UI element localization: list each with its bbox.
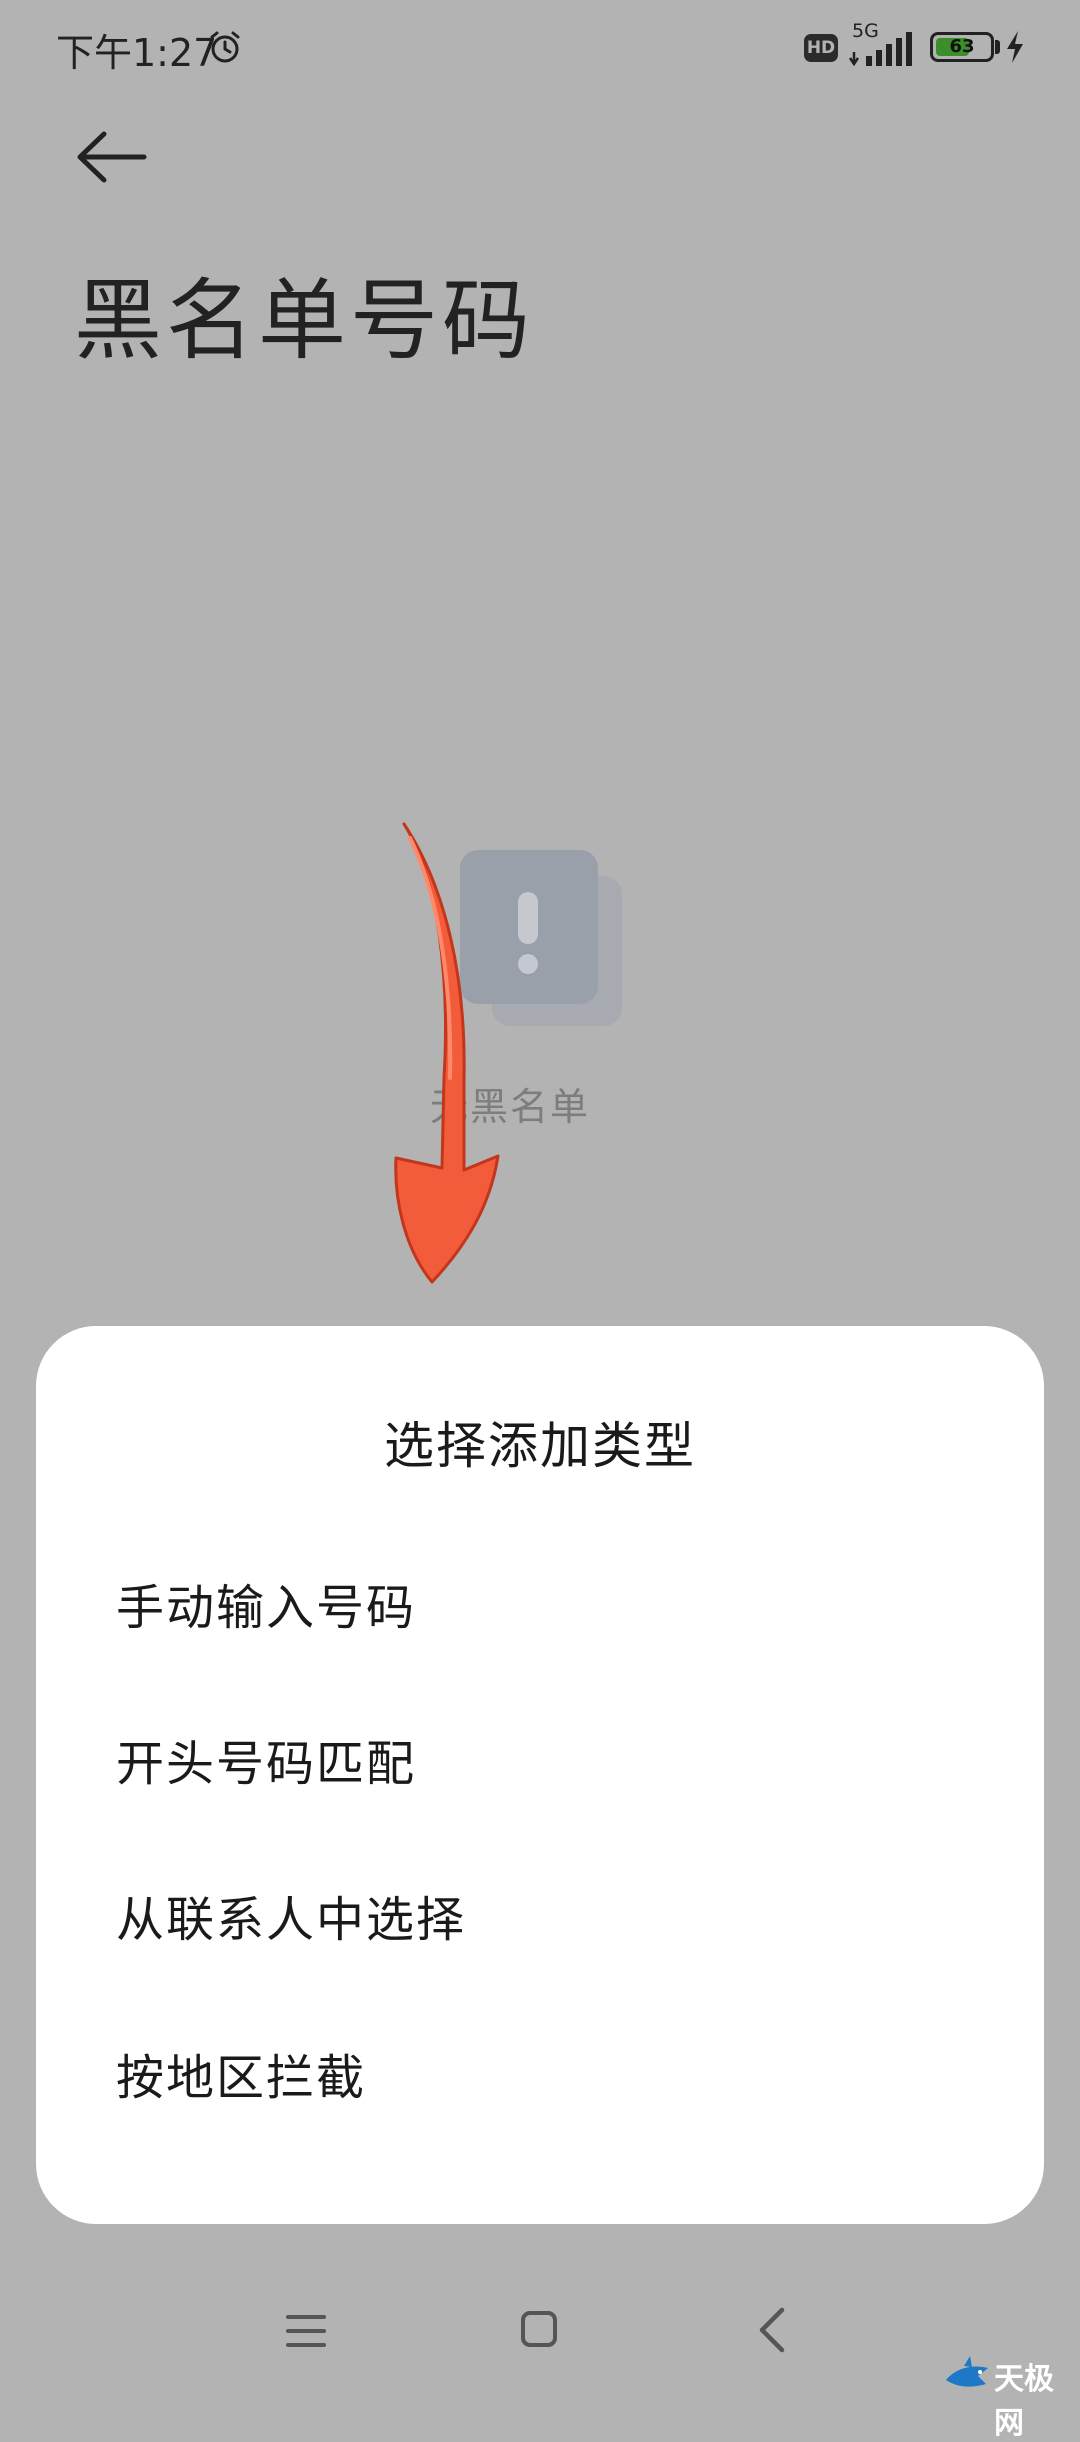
status-time: 下午1:27 xyxy=(56,31,218,75)
watermark: 天极网 xyxy=(944,2352,1080,2441)
charging-bolt-icon xyxy=(1007,31,1023,63)
option-label: 手动输入号码 xyxy=(116,1580,417,1636)
watermark-text: 天极网 xyxy=(994,2362,1054,2441)
home-square-icon[interactable] xyxy=(520,2310,558,2348)
shark-logo-icon xyxy=(946,2356,988,2387)
option-manual-input[interactable]: 手动输入号码 xyxy=(36,1522,1044,1672)
hd-voice-icon: HD xyxy=(804,34,838,62)
status-bar: 下午1:27 HD 5G 63 xyxy=(0,0,1080,100)
battery-icon: 63 xyxy=(930,32,994,62)
signal-strength-icon xyxy=(848,32,912,66)
alarm-clock-icon xyxy=(210,31,240,63)
sheet-title: 选择添加类型 xyxy=(384,1417,696,1475)
add-type-bottom-sheet: 选择添加类型 手动输入号码 开头号码匹配 从联系人中选择 按地区拦截 xyxy=(36,1326,1044,2224)
exclamation-mark xyxy=(518,892,538,944)
option-from-contacts[interactable]: 从联系人中选择 xyxy=(36,1834,1044,1984)
menu-icon[interactable] xyxy=(286,2312,326,2350)
exclamation-dot xyxy=(518,954,538,974)
page-title: 黑名单号码 xyxy=(74,269,535,372)
chevron-left-icon[interactable] xyxy=(756,2306,786,2354)
option-block-by-region[interactable]: 按地区拦截 xyxy=(36,1992,1044,2142)
option-label: 按地区拦截 xyxy=(116,2050,367,2106)
red-arrow-down-icon xyxy=(394,822,500,1284)
back-arrow-icon[interactable] xyxy=(72,122,150,192)
option-prefix-match[interactable]: 开头号码匹配 xyxy=(36,1678,1044,1828)
option-label: 从联系人中选择 xyxy=(116,1892,467,1948)
battery-tip xyxy=(995,40,1000,54)
battery-level: 63 xyxy=(949,36,975,57)
option-label: 开头号码匹配 xyxy=(116,1736,417,1792)
